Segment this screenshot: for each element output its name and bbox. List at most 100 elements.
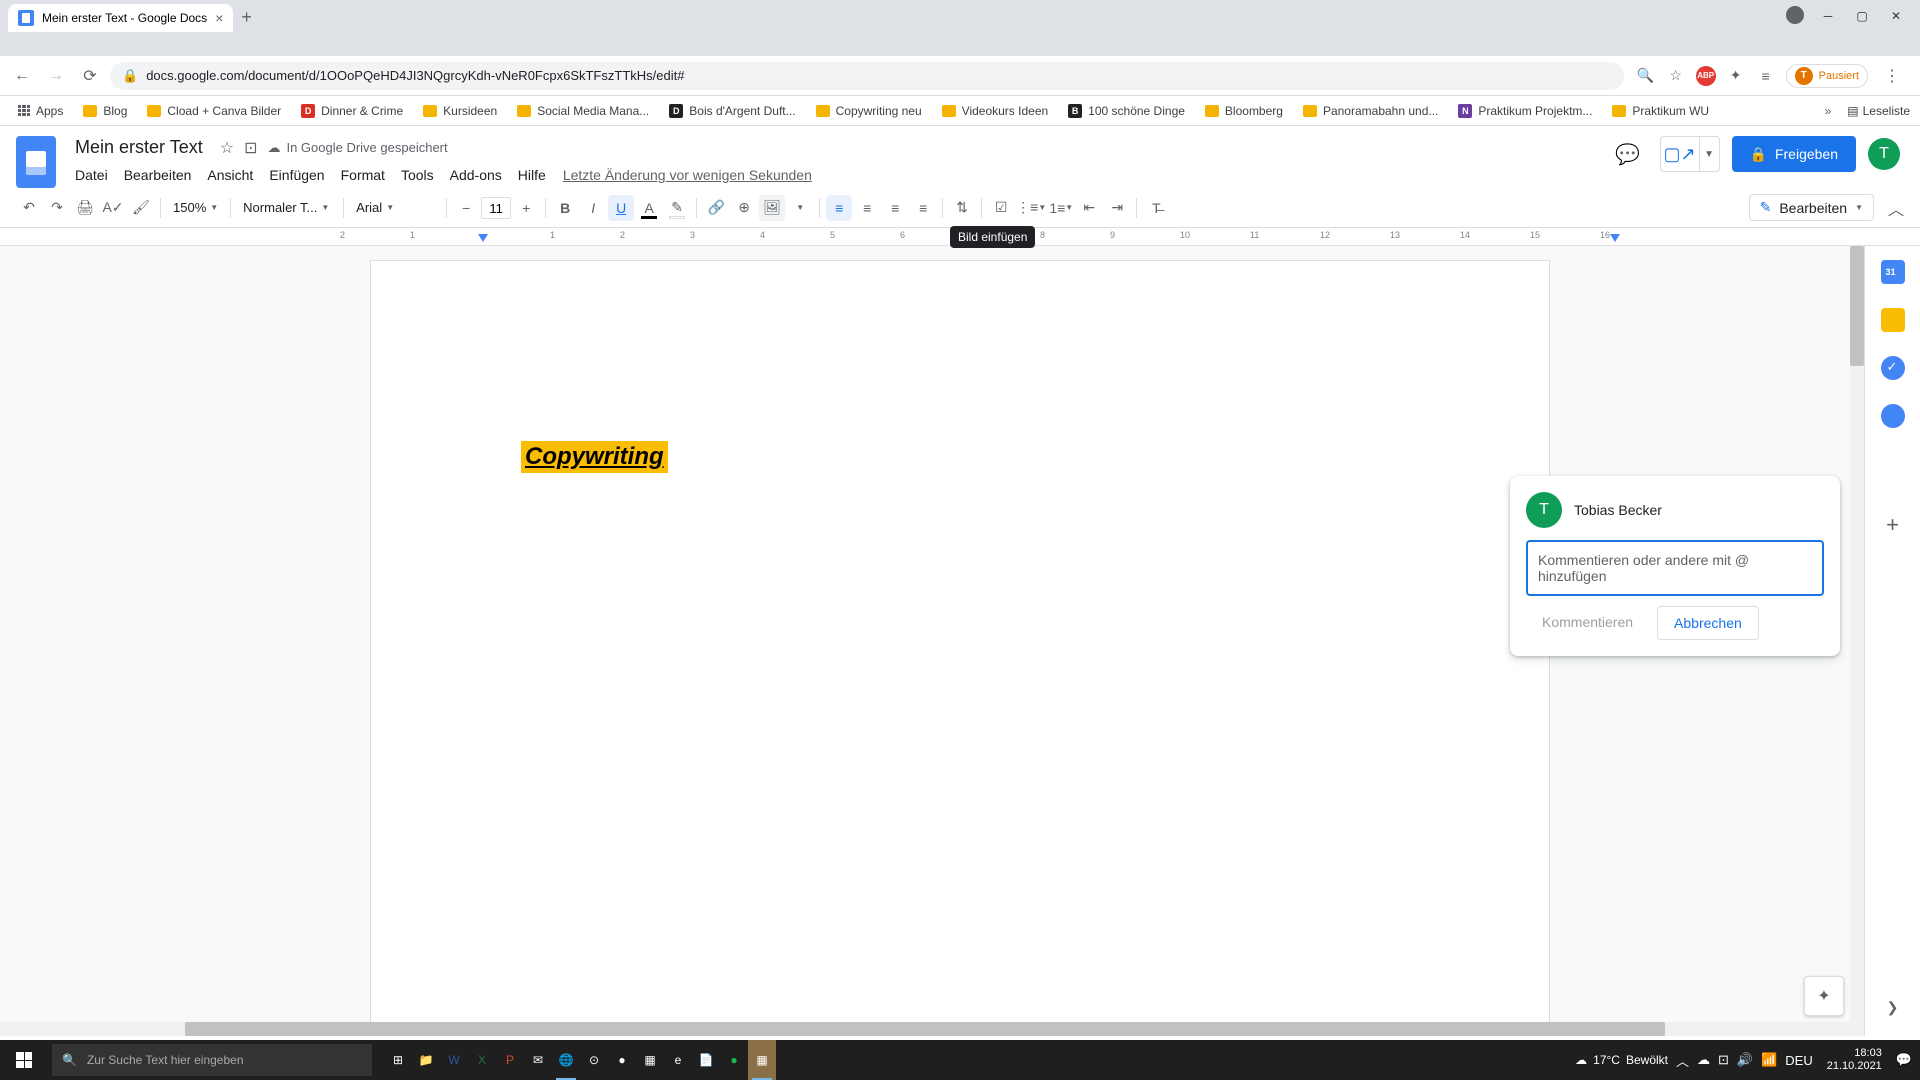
increase-indent-button[interactable]: ⇥ (1104, 195, 1130, 221)
menu-tools[interactable]: Tools (394, 163, 441, 187)
mail-icon[interactable]: ✉ (524, 1040, 552, 1080)
explore-button[interactable]: ✦ (1804, 976, 1844, 1016)
menu-help[interactable]: Hilfe (511, 163, 553, 187)
bookmark-item[interactable]: Cload + Canva Bilder (139, 100, 289, 122)
undo-button[interactable]: ↶ (16, 195, 42, 221)
align-right-button[interactable]: ≡ (882, 195, 908, 221)
increase-font-button[interactable]: + (513, 195, 539, 221)
paint-format-button[interactable]: 🖌 (128, 195, 154, 221)
bookmark-item[interactable]: Kursideen (415, 100, 505, 122)
menu-format[interactable]: Format (334, 163, 392, 187)
bookmark-item[interactable]: Videokurs Ideen (934, 100, 1057, 122)
contacts-icon[interactable] (1881, 404, 1905, 428)
tasks-icon[interactable] (1881, 356, 1905, 380)
bookmark-item[interactable]: Bloomberg (1197, 100, 1291, 122)
numbered-list-button[interactable]: 1≡▼ (1048, 195, 1074, 221)
vertical-scrollbar[interactable] (1850, 246, 1864, 1036)
display-icon[interactable]: ⊡ (1718, 1052, 1729, 1068)
close-button[interactable]: ✕ (1882, 6, 1910, 26)
add-addon-button[interactable]: + (1886, 512, 1899, 538)
insert-image-button[interactable]: 🖼 (759, 195, 785, 221)
bookmark-star-icon[interactable]: ☆ (1666, 66, 1686, 86)
bookmark-item[interactable]: Blog (75, 100, 135, 122)
bold-button[interactable]: B (552, 195, 578, 221)
excel-icon[interactable]: X (468, 1040, 496, 1080)
zoom-icon[interactable]: 🔍 (1636, 66, 1656, 86)
powerpoint-icon[interactable]: P (496, 1040, 524, 1080)
taskbar-search[interactable]: 🔍 Zur Suche Text hier eingeben (52, 1044, 372, 1076)
reload-button[interactable]: ⟳ (76, 62, 104, 90)
edge-icon[interactable]: e (664, 1040, 692, 1080)
obs-icon[interactable]: ⊙ (580, 1040, 608, 1080)
browser-tab[interactable]: Mein erster Text - Google Docs × (8, 4, 233, 32)
last-edit-link[interactable]: Letzte Änderung vor wenigen Sekunden (555, 163, 820, 187)
explorer-icon[interactable]: 📁 (412, 1040, 440, 1080)
spotify-icon[interactable]: ● (720, 1040, 748, 1080)
close-tab-icon[interactable]: × (215, 10, 223, 26)
maximize-button[interactable]: ▢ (1848, 6, 1876, 26)
new-tab-button[interactable]: + (233, 3, 260, 32)
highlight-color-button[interactable]: ✎ (664, 195, 690, 221)
extensions-icon[interactable]: ✦ (1726, 66, 1746, 86)
collapse-toolbar-button[interactable]: ︿ (1888, 196, 1904, 220)
menu-edit[interactable]: Bearbeiten (117, 163, 199, 187)
keep-icon[interactable] (1881, 308, 1905, 332)
adblock-icon[interactable]: ABP (1696, 66, 1716, 86)
document-text[interactable]: Copywriting (521, 441, 668, 473)
tray-chevron-icon[interactable]: ︿ (1676, 1051, 1689, 1070)
align-justify-button[interactable]: ≡ (910, 195, 936, 221)
comment-submit-button[interactable]: Kommentieren (1526, 606, 1649, 640)
forward-button[interactable]: → (42, 62, 70, 90)
task-view-icon[interactable]: ⊞ (384, 1040, 412, 1080)
decrease-font-button[interactable]: − (453, 195, 479, 221)
minimize-button[interactable]: ─ (1814, 6, 1842, 26)
apps-shortcut[interactable]: Apps (10, 100, 71, 122)
left-indent-marker[interactable] (478, 234, 488, 242)
account-avatar[interactable]: T (1868, 138, 1900, 170)
insert-link-button[interactable]: 🔗 (703, 195, 729, 221)
volume-icon[interactable]: 🔊 (1737, 1052, 1753, 1068)
app-icon[interactable]: ● (608, 1040, 636, 1080)
spellcheck-button[interactable]: A✓ (100, 195, 126, 221)
address-bar[interactable]: 🔒 docs.google.com/document/d/1OOoPQeHD4J… (110, 62, 1624, 90)
comment-input[interactable]: Kommentieren oder andere mit @ hinzufüge… (1526, 540, 1824, 596)
comment-cancel-button[interactable]: Abbrechen (1657, 606, 1759, 640)
word-icon[interactable]: W (440, 1040, 468, 1080)
checklist-button[interactable]: ☑ (988, 195, 1014, 221)
app-icon[interactable]: ▦ (748, 1040, 776, 1080)
bulleted-list-button[interactable]: ⋮≡▼ (1016, 195, 1046, 221)
star-icon[interactable]: ☆ (220, 138, 234, 158)
print-button[interactable]: 🖨 (72, 195, 98, 221)
calendar-icon[interactable] (1881, 260, 1905, 284)
underline-button[interactable]: U (608, 195, 634, 221)
menu-insert[interactable]: Einfügen (262, 163, 331, 187)
weather-widget[interactable]: ☁ 17°C Bewölkt (1575, 1053, 1668, 1067)
start-button[interactable] (0, 1040, 48, 1080)
add-comment-button[interactable]: ⊕ (731, 195, 757, 221)
style-select[interactable]: Normaler T...▼ (237, 195, 337, 221)
horizontal-scrollbar[interactable] (0, 1022, 1850, 1036)
wifi-icon[interactable]: 📶 (1761, 1052, 1777, 1068)
docs-logo[interactable] (16, 136, 56, 188)
notepad-icon[interactable]: 📄 (692, 1040, 720, 1080)
notifications-icon[interactable]: 💬 (1896, 1052, 1912, 1068)
language-indicator[interactable]: DEU (1785, 1053, 1812, 1068)
back-button[interactable]: ← (8, 62, 36, 90)
bookmark-item[interactable]: Panoramabahn und... (1295, 100, 1446, 122)
redo-button[interactable]: ↷ (44, 195, 70, 221)
zoom-select[interactable]: 150%▼ (167, 195, 224, 221)
editing-mode-select[interactable]: ✎ Bearbeiten ▼ (1749, 194, 1874, 221)
share-button[interactable]: 🔒 Freigeben (1732, 136, 1856, 172)
move-icon[interactable]: ⊡ (244, 138, 257, 158)
font-size-input[interactable]: 11 (481, 197, 511, 219)
italic-button[interactable]: I (580, 195, 606, 221)
chrome-menu-icon[interactable]: ⋮ (1878, 66, 1906, 86)
onedrive-icon[interactable]: ☁ (1697, 1052, 1710, 1068)
app-icon[interactable]: ▦ (636, 1040, 664, 1080)
decrease-indent-button[interactable]: ⇤ (1076, 195, 1102, 221)
bookmark-item[interactable]: B100 schöne Dinge (1060, 100, 1193, 122)
bookmark-item[interactable]: DBois d'Argent Duft... (661, 100, 803, 122)
reading-list-button[interactable]: ▤ Leseliste (1847, 104, 1910, 118)
present-button[interactable]: ▢↗ ▼ (1660, 136, 1720, 172)
align-center-button[interactable]: ≡ (854, 195, 880, 221)
